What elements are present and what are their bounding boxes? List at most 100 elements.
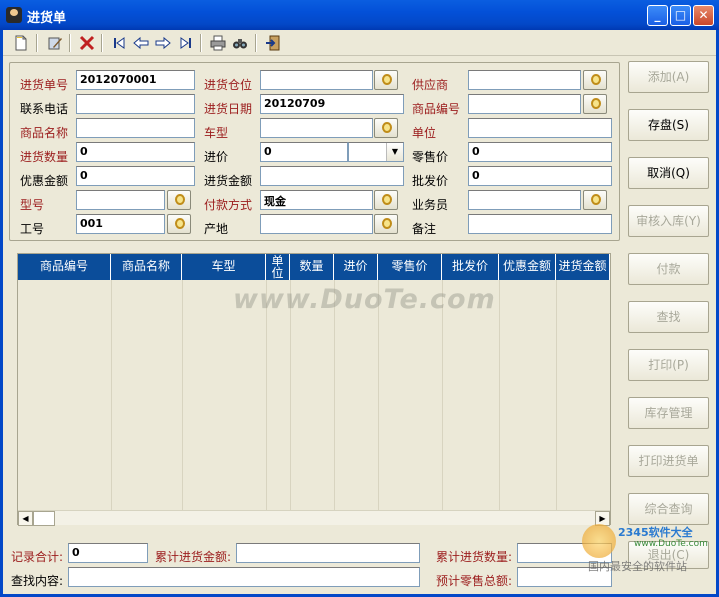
column-header[interactable]: 商品名称: [111, 254, 182, 280]
query-button[interactable]: 综合查询: [628, 493, 709, 525]
close-button[interactable]: ✕: [693, 5, 714, 26]
scroll-thumb[interactable]: [33, 511, 55, 526]
type-lookup-button[interactable]: [167, 190, 191, 210]
lookup-icon: [175, 194, 185, 205]
column-header[interactable]: 进货金额: [556, 254, 610, 280]
last-icon[interactable]: [178, 35, 194, 51]
scroll-right-icon[interactable]: ▶: [595, 511, 610, 526]
wholesale-label: 批发价: [412, 174, 449, 188]
add-button[interactable]: 添加(A): [628, 61, 709, 93]
find-icon[interactable]: [232, 35, 248, 51]
warehouse-field[interactable]: [260, 70, 373, 90]
warehouse-lookup-button[interactable]: [374, 70, 398, 90]
date-label: 进货日期: [204, 102, 253, 116]
type-field[interactable]: [76, 190, 165, 210]
app-icon: [6, 7, 22, 23]
order-no-label: 进货单号: [20, 78, 69, 92]
first-icon[interactable]: [111, 35, 127, 51]
window-title: 进货单: [27, 11, 67, 26]
watermark: www.DuoTe.com: [233, 284, 496, 315]
amount-total-field: [236, 543, 420, 563]
lookup-icon: [382, 122, 392, 133]
date-field[interactable]: 20120709: [260, 94, 404, 114]
exit-button[interactable]: 退出(C): [628, 541, 709, 569]
print-icon[interactable]: [210, 35, 226, 51]
column-header[interactable]: 商品编号: [18, 254, 111, 280]
search-label: 查找内容:: [11, 574, 64, 588]
delete-icon[interactable]: [79, 35, 95, 51]
salesman-lookup-button[interactable]: [583, 190, 607, 210]
origin-lookup-button[interactable]: [374, 214, 398, 234]
payment-field[interactable]: 现金: [260, 190, 373, 210]
amount-field[interactable]: [260, 166, 404, 186]
worker-lookup-button[interactable]: [167, 214, 191, 234]
new-icon[interactable]: [13, 35, 29, 51]
salesman-field[interactable]: [468, 190, 581, 210]
edit-icon[interactable]: [47, 35, 63, 51]
payment-lookup-button[interactable]: [374, 190, 398, 210]
column-header[interactable]: 数量: [290, 254, 334, 280]
stock-button[interactable]: 库存管理: [628, 397, 709, 429]
model-field[interactable]: [260, 118, 373, 138]
record-total-label: 记录合计:: [11, 550, 64, 564]
maximize-button[interactable]: □: [670, 5, 691, 26]
column-header[interactable]: 批发价: [442, 254, 499, 280]
product-code-field[interactable]: [468, 94, 581, 114]
lookup-icon: [382, 74, 392, 85]
column-header[interactable]: 优惠金额: [499, 254, 556, 280]
cancel-button[interactable]: 取消(Q): [628, 157, 709, 189]
search-input[interactable]: [68, 567, 420, 587]
phone-field[interactable]: [76, 94, 195, 114]
lookup-icon: [591, 98, 601, 109]
supplier-lookup-button[interactable]: [583, 70, 607, 90]
lookup-icon: [382, 218, 392, 229]
amount-label: 进货金额: [204, 174, 253, 188]
lookup-icon: [175, 218, 185, 229]
product-name-field[interactable]: [76, 118, 195, 138]
save-button[interactable]: 存盘(S): [628, 109, 709, 141]
exit-icon[interactable]: [265, 35, 281, 51]
toolbar-separator: [36, 34, 38, 52]
worker-label: 工号: [20, 222, 45, 236]
payment-label: 付款方式: [204, 198, 253, 212]
column-header[interactable]: 单位: [266, 254, 290, 280]
wholesale-field[interactable]: 0: [468, 166, 612, 186]
horizontal-scrollbar[interactable]: ◀ ▶: [18, 510, 610, 526]
column-header[interactable]: 进价: [334, 254, 378, 280]
salesman-label: 业务员: [412, 198, 449, 212]
model-lookup-button[interactable]: [374, 118, 398, 138]
minimize-button[interactable]: _: [647, 5, 668, 26]
toolbar-separator: [101, 34, 103, 52]
column-header[interactable]: 车型: [182, 254, 266, 280]
type-label: 型号: [20, 198, 45, 212]
remark-field[interactable]: [468, 214, 612, 234]
unit-field[interactable]: [468, 118, 612, 138]
audit-button[interactable]: 审核入库(Y): [628, 205, 709, 237]
toolbar-separator: [200, 34, 202, 52]
toolbar-separator: [255, 34, 257, 52]
origin-field[interactable]: [260, 214, 373, 234]
supplier-field[interactable]: [468, 70, 581, 90]
pay-button[interactable]: 付款: [628, 253, 709, 285]
record-total-field: 0: [68, 543, 148, 563]
scroll-left-icon[interactable]: ◀: [18, 511, 33, 526]
toolbar: [3, 30, 716, 56]
worker-field[interactable]: 001: [76, 214, 165, 234]
qty-field[interactable]: 0: [76, 142, 195, 162]
product-code-label: 商品编号: [412, 102, 461, 116]
qty-total-field: [517, 543, 612, 563]
chevron-down-icon[interactable]: ▼: [386, 143, 403, 161]
toolbar-separator: [69, 34, 71, 52]
next-icon[interactable]: [155, 35, 171, 51]
search-button[interactable]: 查找: [628, 301, 709, 333]
print-order-button[interactable]: 打印进货单: [628, 445, 709, 477]
print-button[interactable]: 打印(P): [628, 349, 709, 381]
price-field[interactable]: 0: [260, 142, 348, 162]
prev-icon[interactable]: [133, 35, 149, 51]
product-code-lookup-button[interactable]: [583, 94, 607, 114]
lookup-icon: [382, 194, 392, 205]
discount-field[interactable]: 0: [76, 166, 195, 186]
order-no-field[interactable]: 2012070001: [76, 70, 195, 90]
retail-field[interactable]: 0: [468, 142, 612, 162]
column-header[interactable]: 零售价: [378, 254, 442, 280]
